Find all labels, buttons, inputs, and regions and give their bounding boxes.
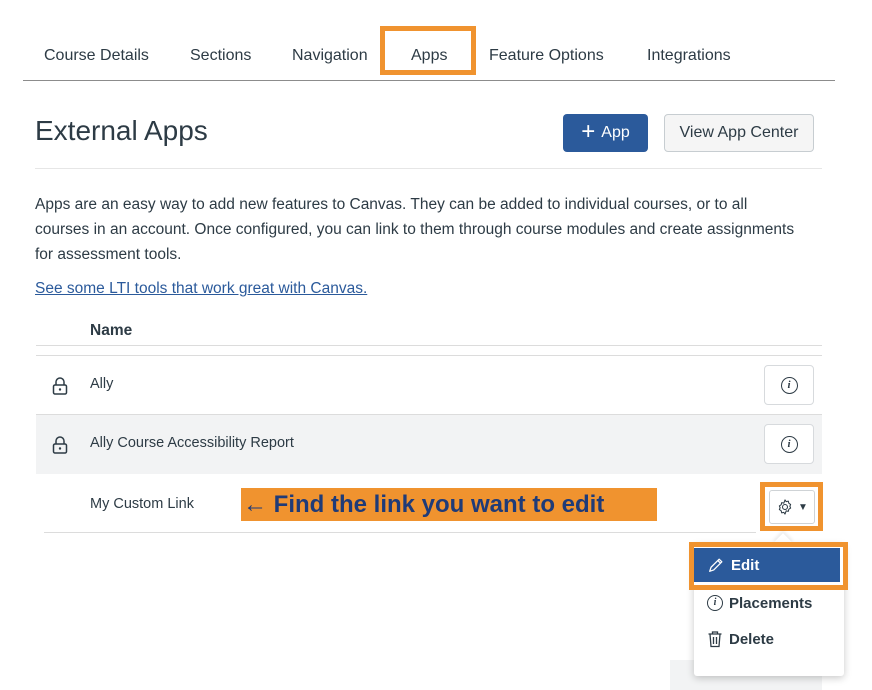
app-name: Ally [90, 376, 114, 392]
app-info-button[interactable]: i [764, 424, 814, 464]
tab-sections[interactable]: Sections [190, 28, 251, 80]
info-icon: i [707, 595, 723, 611]
apps-tab-highlight [380, 26, 476, 75]
tab-integrations[interactable]: Integrations [647, 28, 731, 80]
menu-item-edit[interactable]: Edit [694, 548, 840, 582]
menu-item-label: Placements [729, 594, 813, 612]
header-divider [35, 168, 822, 169]
app-info-button[interactable]: i [764, 365, 814, 405]
trash-icon [708, 631, 722, 648]
menu-item-label: Delete [729, 630, 775, 648]
menu-item-placements[interactable]: i Placements [694, 586, 844, 620]
tab-feature-options[interactable]: Feature Options [489, 28, 604, 80]
add-app-label: App [601, 124, 630, 141]
gear-icon [778, 499, 792, 515]
annotation-callout: ← Find the link you want to edit [241, 488, 657, 521]
menu-item-label: Edit [731, 556, 760, 574]
lock-icon [52, 436, 68, 454]
chevron-down-icon: ▼ [798, 501, 808, 513]
apps-description: Apps are an easy way to add new features… [35, 196, 795, 263]
menu-item-delete[interactable]: Delete [694, 622, 844, 656]
tab-course-details[interactable]: Course Details [44, 28, 149, 80]
tab-navigation[interactable]: Navigation [292, 28, 368, 80]
table-divider [44, 532, 756, 533]
lti-tools-link[interactable]: See some LTI tools that work great with … [35, 280, 367, 298]
app-settings-button[interactable]: ▼ [769, 490, 815, 524]
lock-icon [52, 377, 68, 395]
name-column-header: Name [90, 322, 133, 339]
plus-icon: + [581, 118, 596, 145]
app-name: Ally Course Accessibility Report [90, 435, 294, 451]
pencil-icon [709, 558, 723, 572]
table-row: Ally Course Accessibility Report i [36, 415, 822, 474]
settings-button-highlight: ▼ [760, 482, 823, 531]
app-actions-menu: Edit i Placements Delete [694, 544, 844, 676]
info-icon: i [780, 435, 798, 453]
table-row: Ally i [36, 356, 822, 415]
course-settings-tabs: Course Details Sections Navigation Apps … [23, 26, 835, 81]
view-app-center-button[interactable]: View App Center [664, 114, 814, 152]
add-app-button[interactable]: + App [563, 114, 648, 152]
app-name: My Custom Link [90, 496, 194, 512]
page-title: External Apps [35, 115, 208, 146]
info-icon: i [780, 376, 798, 394]
table-header-divider [36, 345, 822, 346]
